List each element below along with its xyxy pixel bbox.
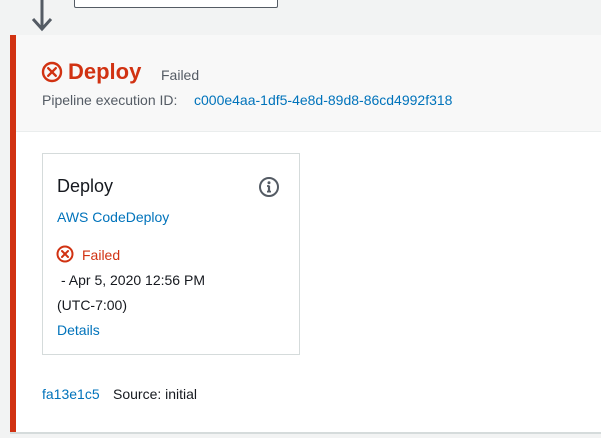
details-link[interactable]: Details bbox=[57, 322, 100, 338]
action-status: Failed bbox=[82, 247, 121, 263]
action-timestamp: - Apr 5, 2020 12:56 PM bbox=[61, 272, 205, 288]
arrow-down-icon bbox=[31, 0, 53, 32]
stage-header: Deploy Failed Pipeline execution ID: c00… bbox=[16, 35, 601, 132]
previous-stage-box bbox=[74, 0, 278, 8]
action-title: Deploy bbox=[57, 176, 114, 196]
commit-message: Source: initial bbox=[113, 386, 198, 402]
stage-status: Failed bbox=[161, 67, 200, 83]
action-card: Deploy AWS CodeDeploy Failed - Apr 5, 20… bbox=[42, 153, 300, 355]
commit-id-link[interactable]: fa13e1c5 bbox=[42, 386, 100, 402]
execution-id-label: Pipeline execution ID: bbox=[42, 92, 178, 108]
error-circle-icon bbox=[56, 245, 74, 263]
action-provider-link[interactable]: AWS CodeDeploy bbox=[57, 209, 169, 225]
execution-id-link[interactable]: c000e4aa-1df5-4e8d-89d8-86cd4992f318 bbox=[194, 92, 452, 108]
info-icon[interactable] bbox=[258, 176, 280, 198]
stage-divider bbox=[10, 432, 601, 434]
stage-title: Deploy bbox=[68, 59, 142, 84]
action-timezone: (UTC-7:00) bbox=[57, 297, 128, 313]
error-circle-icon bbox=[41, 61, 63, 83]
deploy-stage: Deploy Failed Pipeline execution ID: c00… bbox=[10, 35, 601, 432]
